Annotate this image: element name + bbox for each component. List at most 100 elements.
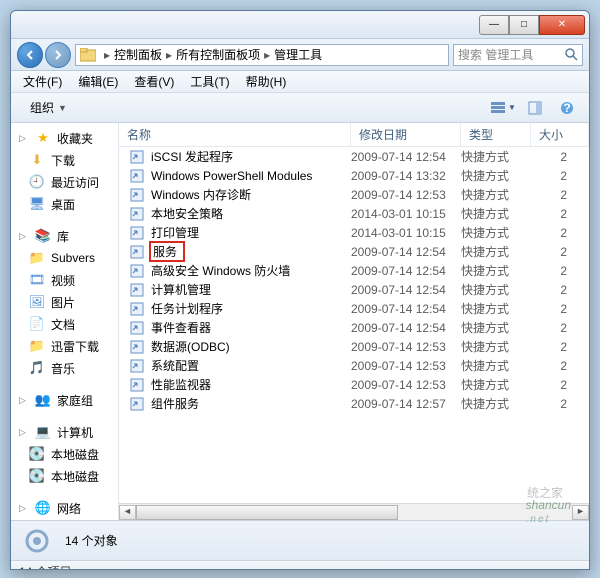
shortcut-icon: [129, 225, 145, 241]
organize-button[interactable]: 组织 ▼: [19, 95, 78, 120]
file-row[interactable]: 性能监视器2009-07-14 12:53快捷方式2: [119, 375, 589, 394]
sidebar-xunlei[interactable]: 📁迅雷下载: [11, 335, 118, 357]
file-name: 任务计划程序: [151, 300, 223, 317]
file-size: 2: [531, 359, 589, 373]
recent-icon: 🕘: [29, 174, 45, 190]
file-name: 事件查看器: [151, 319, 211, 336]
file-row[interactable]: iSCSI 发起程序2009-07-14 12:54快捷方式2: [119, 147, 589, 166]
file-row[interactable]: 数据源(ODBC)2009-07-14 12:53快捷方式2: [119, 337, 589, 356]
menu-view[interactable]: 查看(V): [128, 72, 180, 91]
view-mode-button[interactable]: ▼: [489, 97, 517, 119]
shortcut-icon: [129, 187, 145, 203]
back-button[interactable]: [17, 42, 43, 68]
file-date: 2009-07-14 12:53: [351, 378, 461, 392]
file-size: 2: [531, 226, 589, 240]
sidebar-downloads[interactable]: ⬇下载: [11, 149, 118, 171]
scroll-track[interactable]: [136, 505, 572, 520]
file-row[interactable]: 系统配置2009-07-14 12:53快捷方式2: [119, 356, 589, 375]
file-row[interactable]: Windows PowerShell Modules 2009-07-14 13:…: [119, 166, 589, 185]
menu-tools[interactable]: 工具(T): [184, 72, 235, 91]
window-controls: — □ ✕: [479, 15, 585, 35]
preview-pane-button[interactable]: [521, 97, 549, 119]
sidebar-music[interactable]: 🎵音乐: [11, 357, 118, 379]
details-pane: 14 个对象: [11, 520, 589, 560]
status-items: 14 个项目: [19, 563, 72, 571]
maximize-button[interactable]: □: [509, 15, 539, 35]
file-size: 2: [531, 340, 589, 354]
sidebar-item-label: 计算机: [57, 424, 93, 441]
sidebar-video[interactable]: 🎞视频: [11, 269, 118, 291]
search-input[interactable]: 搜索 管理工具: [453, 44, 583, 66]
shortcut-icon: [129, 149, 145, 165]
column-type[interactable]: 类型: [461, 123, 531, 146]
sidebar-recent[interactable]: 🕘最近访问: [11, 171, 118, 193]
expand-icon: ▷: [19, 503, 27, 514]
shortcut-icon: [129, 358, 145, 374]
column-size[interactable]: 大小: [531, 123, 589, 146]
file-date: 2009-07-14 12:54: [351, 150, 461, 164]
forward-button[interactable]: [45, 42, 71, 68]
close-button[interactable]: ✕: [539, 15, 585, 35]
file-type: 快捷方式: [461, 376, 531, 393]
sidebar-item-label: 库: [57, 228, 69, 245]
library-icon: 📚: [35, 228, 51, 244]
file-row[interactable]: 本地安全策略2014-03-01 10:15快捷方式2: [119, 204, 589, 223]
folder-icon: [80, 48, 96, 62]
shortcut-icon: [129, 206, 145, 222]
file-row[interactable]: 计算机管理2009-07-14 12:54快捷方式2: [119, 280, 589, 299]
shortcut-icon: [129, 263, 145, 279]
address-bar: ▸ 控制面板 ▸ 所有控制面板项 ▸ 管理工具 搜索 管理工具: [11, 39, 589, 71]
statusbar: 14 个项目: [11, 560, 589, 570]
breadcrumb[interactable]: ▸ 控制面板 ▸ 所有控制面板项 ▸ 管理工具: [75, 44, 449, 66]
pictures-icon: 🖼: [29, 294, 45, 310]
file-row[interactable]: 组件服务2009-07-14 12:57快捷方式2: [119, 394, 589, 413]
column-date[interactable]: 修改日期: [351, 123, 461, 146]
sidebar-localdisk[interactable]: 💽本地磁盘: [11, 443, 118, 465]
documents-icon: 📄: [29, 316, 45, 332]
sidebar-favorites[interactable]: ▷★收藏夹: [11, 127, 118, 149]
breadcrumb-seg[interactable]: 所有控制面板项: [176, 46, 260, 63]
file-row[interactable]: 打印管理2014-03-01 10:15快捷方式2: [119, 223, 589, 242]
file-type: 快捷方式: [461, 300, 531, 317]
sidebar-homegroup[interactable]: ▷👥家庭组: [11, 389, 118, 411]
scroll-thumb[interactable]: [136, 505, 398, 520]
scroll-right-button[interactable]: ►: [572, 505, 589, 520]
breadcrumb-seg[interactable]: 管理工具: [274, 46, 322, 63]
sidebar-subversion[interactable]: 📁Subvers: [11, 247, 118, 269]
menu-file[interactable]: 文件(F): [17, 72, 68, 91]
file-row[interactable]: 任务计划程序2009-07-14 12:54快捷方式2: [119, 299, 589, 318]
file-name: Windows PowerShell Modules: [151, 169, 312, 183]
titlebar: — □ ✕: [11, 11, 589, 39]
sidebar-localdisk[interactable]: 💽本地磁盘: [11, 465, 118, 487]
file-type: 快捷方式: [461, 148, 531, 165]
sidebar-libraries[interactable]: ▷📚库: [11, 225, 118, 247]
sidebar-item-label: 迅雷下载: [51, 338, 99, 355]
forward-arrow-icon: [53, 50, 63, 60]
sidebar-item-label: 本地磁盘: [51, 468, 99, 485]
help-icon: ?: [560, 101, 574, 115]
minimize-button[interactable]: —: [479, 15, 509, 35]
file-row[interactable]: Windows 内存诊断2009-07-14 12:53快捷方式2: [119, 185, 589, 204]
menu-help[interactable]: 帮助(H): [240, 72, 293, 91]
sidebar-documents[interactable]: 📄文档: [11, 313, 118, 335]
sidebar-desktop[interactable]: 🖥桌面: [11, 193, 118, 215]
scroll-left-button[interactable]: ◄: [119, 505, 136, 520]
help-button[interactable]: ?: [553, 97, 581, 119]
file-size: 2: [531, 397, 589, 411]
file-row[interactable]: 服务2009-07-14 12:54快捷方式2: [119, 242, 589, 261]
sidebar-pictures[interactable]: 🖼图片: [11, 291, 118, 313]
breadcrumb-seg[interactable]: 控制面板: [114, 46, 162, 63]
file-list: iSCSI 发起程序2009-07-14 12:54快捷方式2Windows P…: [119, 147, 589, 503]
expand-icon: ▷: [19, 133, 27, 144]
sidebar-network[interactable]: ▷🌐网络: [11, 497, 118, 519]
file-date: 2014-03-01 10:15: [351, 226, 461, 240]
shortcut-icon: [129, 168, 145, 184]
chevron-right-icon: ▸: [260, 48, 274, 62]
file-row[interactable]: 事件查看器2009-07-14 12:54快捷方式2: [119, 318, 589, 337]
file-date: 2009-07-14 13:32: [351, 169, 461, 183]
column-name[interactable]: 名称: [119, 123, 351, 146]
menu-edit[interactable]: 编辑(E): [72, 72, 124, 91]
sidebar-computer[interactable]: ▷💻计算机: [11, 421, 118, 443]
file-row[interactable]: 高级安全 Windows 防火墙2009-07-14 12:54快捷方式2: [119, 261, 589, 280]
computer-icon: 💻: [35, 424, 51, 440]
